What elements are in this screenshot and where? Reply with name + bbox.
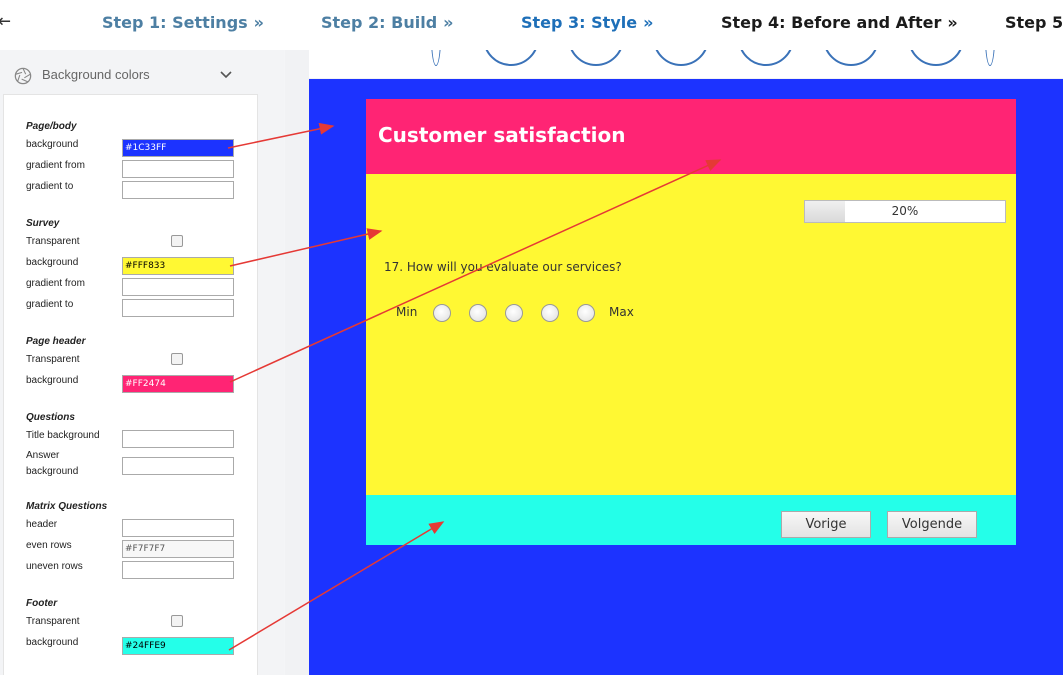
label-page-gradient-from: gradient from <box>26 160 85 171</box>
step-bar: ⇤ Step 1: Settings » Step 2: Build » Step … <box>0 0 1063 50</box>
rating-radio-4[interactable] <box>541 304 559 322</box>
rating-radio-5[interactable] <box>577 304 595 322</box>
step-3-style[interactable]: Step 3: Style » <box>521 13 653 32</box>
page-gradient-to-input[interactable] <box>122 181 234 199</box>
survey-background-input[interactable]: #FFF833 <box>122 257 234 275</box>
step-label: Step 1: Settings <box>102 13 248 32</box>
label-survey-background: background <box>26 257 79 268</box>
previous-button[interactable]: Vorige <box>781 511 871 538</box>
survey-transparent-checkbox[interactable] <box>171 235 183 247</box>
step-label: Step 2: Build <box>321 13 438 32</box>
question-text: 17. How will you evaluate our services? <box>384 260 622 274</box>
label-title-background: Title background <box>26 430 100 441</box>
style-thumbnail[interactable] <box>483 50 539 66</box>
even-rows-input[interactable]: #F7F7F7 <box>122 540 234 558</box>
scale-max-label: Max <box>609 305 634 319</box>
chevron-right-icon: » <box>253 13 265 32</box>
label-header-transparent: Transparent <box>26 354 80 365</box>
exit-icon[interactable]: ⇤ <box>0 11 18 35</box>
page-background-input[interactable]: #1C33FF <box>122 139 234 157</box>
uneven-rows-input[interactable] <box>122 561 234 579</box>
settings-panel: Background colors Page/body background #… <box>0 50 284 675</box>
rating-radio-3[interactable] <box>505 304 523 322</box>
label-even-rows: even rows <box>26 540 72 551</box>
label-survey-gradient-from: gradient from <box>26 278 85 289</box>
section-title-footer: Footer <box>26 598 58 609</box>
label-header-background: background <box>26 375 79 386</box>
chevron-right-icon: » <box>947 13 958 32</box>
style-thumbnail[interactable] <box>908 50 964 66</box>
section-title-page-body: Page/body <box>26 121 77 132</box>
label-survey-transparent: Transparent <box>26 236 80 247</box>
chevron-right-icon: » <box>643 13 654 32</box>
label-uneven-rows: uneven rows <box>26 561 83 572</box>
style-thumbnail[interactable] <box>431 50 441 66</box>
step-4-before-after[interactable]: Step 4: Before and After » <box>721 13 958 32</box>
header-transparent-checkbox[interactable] <box>171 353 183 365</box>
label-page-gradient-to: gradient to <box>26 181 74 192</box>
chevron-right-icon: » <box>443 13 454 32</box>
style-thumbnails-strip <box>309 50 1063 78</box>
background-colors-toggle[interactable]: Background colors <box>0 58 258 92</box>
survey-footer: Vorige Volgende <box>366 495 1016 545</box>
progress-bar: 20% <box>804 200 1006 223</box>
section-title-page-header: Page header <box>26 336 86 347</box>
label-survey-gradient-to: gradient to <box>26 299 74 310</box>
survey-title: Customer satisfaction <box>378 123 626 147</box>
style-thumbnail[interactable] <box>985 50 995 66</box>
survey-gradient-from-input[interactable] <box>122 278 234 296</box>
step-label: Step 4: Before and After <box>721 13 942 32</box>
footer-background-input[interactable]: #24FFE9 <box>122 637 234 655</box>
survey-page-header: Customer satisfaction <box>366 99 1016 174</box>
section-title-questions: Questions <box>26 412 75 423</box>
next-button[interactable]: Volgende <box>887 511 977 538</box>
title-background-input[interactable] <box>122 430 234 448</box>
label-matrix-header: header <box>26 519 58 530</box>
label-footer-transparent: Transparent <box>26 616 80 627</box>
section-title-matrix: Matrix Questions <box>26 501 108 512</box>
footer-transparent-checkbox[interactable] <box>171 615 183 627</box>
step-5[interactable]: Step 5: I <box>1005 13 1063 32</box>
survey-gradient-to-input[interactable] <box>122 299 234 317</box>
scale-min-label: Min <box>396 305 418 319</box>
chevron-down-icon[interactable] <box>218 66 234 82</box>
panel-title: Background colors <box>42 67 150 82</box>
step-label: Step 5: I <box>1005 13 1063 32</box>
style-thumbnail[interactable] <box>568 50 624 66</box>
rating-radio-1[interactable] <box>433 304 451 322</box>
rating-radio-2[interactable] <box>469 304 487 322</box>
settings-box: Page/body background #1C33FF gradient fr… <box>3 94 258 675</box>
step-2-build[interactable]: Step 2: Build » <box>321 13 454 32</box>
label-page-background: background <box>26 139 79 150</box>
label-footer-background: background <box>26 637 79 648</box>
label-answer-line1: Answer <box>26 450 60 461</box>
survey-body: 20% 17. How will you evaluate our servic… <box>366 174 1016 495</box>
step-1-settings[interactable]: Step 1: Settings » <box>102 13 264 32</box>
section-title-survey: Survey <box>26 218 60 229</box>
progress-text: 20% <box>891 204 919 218</box>
page-gradient-from-input[interactable] <box>122 160 234 178</box>
header-background-input[interactable]: #FF2474 <box>122 375 234 393</box>
label-answer-line2: background <box>26 466 79 477</box>
answer-background-input[interactable] <box>122 457 234 475</box>
style-thumbnail[interactable] <box>653 50 709 66</box>
style-thumbnail[interactable] <box>738 50 794 66</box>
matrix-header-input[interactable] <box>122 519 234 537</box>
step-label: Step 3: Style <box>521 13 638 32</box>
style-thumbnail[interactable] <box>823 50 879 66</box>
aperture-icon <box>14 67 32 85</box>
